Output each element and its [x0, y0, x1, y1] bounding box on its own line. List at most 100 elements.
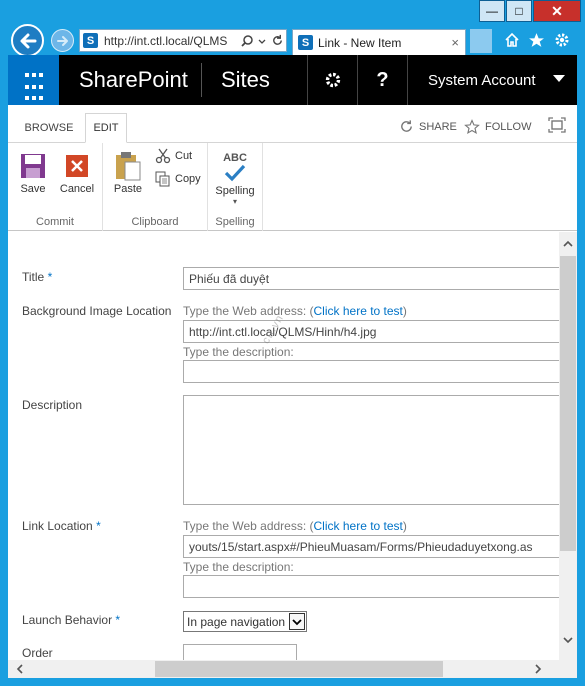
scroll-right-button[interactable] [530, 660, 546, 678]
spelling-button[interactable]: ABC Spelling ▾ [215, 151, 255, 207]
launch-behavior-label: Launch Behavior * [22, 613, 120, 627]
select-chevron-icon[interactable] [289, 613, 306, 630]
ribbon-group-label-commit: Commit [36, 216, 74, 228]
account-menu[interactable]: System Account [407, 55, 577, 105]
minimize-button[interactable]: — [479, 0, 505, 22]
cut-label: Cut [175, 150, 193, 162]
tools-button[interactable] [552, 30, 572, 50]
save-label: Save [20, 183, 46, 195]
help-button[interactable]: ? [357, 55, 407, 105]
save-button[interactable]: Save [13, 151, 53, 195]
required-marker: * [96, 519, 101, 533]
back-button[interactable] [11, 24, 44, 57]
chevron-right-icon [535, 664, 542, 674]
title-input[interactable]: Phiếu đã duyệt [183, 267, 559, 290]
sharepoint-favicon-icon: S [83, 33, 98, 48]
help-glyph: ? [376, 68, 389, 91]
settings-button[interactable] [307, 55, 357, 105]
ribbon-group-spelling: ABC Spelling ▾ Spelling [208, 143, 263, 231]
browser-tab[interactable]: S Link - New Item × [292, 29, 466, 55]
chevron-left-icon [16, 664, 23, 674]
paste-button[interactable]: Paste [108, 151, 148, 195]
link-url-value: youts/15/start.aspx#/PhieuMuasam/Forms/P… [189, 539, 533, 554]
scroll-down-button[interactable] [559, 632, 577, 648]
ribbon-group-label-clipboard: Clipboard [131, 216, 179, 228]
description-textarea[interactable] [183, 395, 559, 505]
link-desc-input[interactable] [183, 575, 559, 598]
vertical-scrollbar[interactable] [559, 232, 577, 660]
link-test-link[interactable]: Click here to test [314, 519, 403, 533]
title-value: Phiếu đã duyệt [189, 271, 270, 286]
link-desc-hint: Type the description: [183, 560, 294, 574]
focus-icon [548, 117, 566, 133]
title-label: Title * [22, 270, 52, 284]
spelling-abc: ABC [223, 151, 247, 164]
settings-gear-icon [555, 33, 569, 47]
horizontal-scrollbar[interactable] [8, 660, 559, 678]
favorites-button[interactable] [526, 30, 546, 50]
ribbon-tab-row: BROWSE EDIT SHARE FOLLOW [8, 105, 577, 143]
link-location-label-text: Link Location [22, 519, 93, 533]
app-launcher-button[interactable] [8, 55, 59, 105]
title-label-text: Title [22, 270, 45, 284]
refresh-icon[interactable] [271, 34, 284, 47]
share-icon [401, 120, 412, 132]
ribbon-body: Save Cancel Commit Paste Cut Copy Clipbo… [8, 143, 577, 231]
new-tab-button[interactable] [470, 29, 492, 53]
hint-prefix: Type the Web address: ( [183, 304, 314, 318]
tab-browse[interactable]: BROWSE [18, 113, 80, 143]
copy-icon [155, 171, 170, 187]
link-url-hint: Type the Web address: (Click here to tes… [183, 519, 407, 533]
paste-icon [116, 152, 141, 181]
scrollbar-corner [559, 660, 577, 678]
focus-on-content-button[interactable] [548, 117, 571, 133]
address-bar[interactable]: S http://int.ctl.local/QLMS [79, 29, 287, 52]
cut-button[interactable]: Cut [155, 148, 192, 164]
form-content: Title * Phiếu đã duyệt Background Image … [8, 232, 559, 660]
chevron-up-icon [563, 240, 573, 247]
tab-close-button[interactable]: × [451, 35, 459, 50]
ribbon-group-label-spelling: Spelling [215, 216, 255, 228]
home-button[interactable] [502, 30, 522, 50]
spelling-dropdown-icon[interactable]: ▾ [215, 197, 255, 207]
bg-image-test-link[interactable]: Click here to test [314, 304, 403, 318]
follow-button[interactable]: FOLLOW [464, 119, 531, 135]
chevron-down-icon[interactable] [257, 36, 267, 46]
sharepoint-brand[interactable]: SharePoint [79, 67, 188, 93]
sharepoint-favicon-icon: S [298, 35, 313, 50]
scroll-up-button[interactable] [559, 236, 577, 252]
back-arrow-icon [20, 33, 36, 48]
vertical-scroll-thumb[interactable] [560, 256, 576, 551]
browser-window: — □ ✕ S http://int.ctl.local/QLMS S Link… [0, 0, 585, 686]
copy-button[interactable]: Copy [155, 171, 201, 187]
launch-behavior-select[interactable]: In page navigation [183, 611, 308, 632]
cancel-label: Cancel [59, 183, 95, 195]
launch-behavior-value: In page navigation [187, 614, 286, 629]
tab-edit[interactable]: EDIT [85, 113, 127, 143]
scroll-left-button[interactable] [12, 660, 28, 678]
bg-image-url-input[interactable]: http://int.ctl.local/QLMS/Hinh/h4.jpg [183, 320, 559, 343]
order-input[interactable] [183, 644, 297, 660]
close-window-button[interactable]: ✕ [533, 0, 581, 22]
account-name: System Account [428, 71, 536, 89]
bg-image-desc-input[interactable] [183, 360, 559, 383]
search-icon[interactable] [240, 34, 254, 48]
bg-image-desc-hint: Type the description: [183, 345, 294, 359]
sites-link[interactable]: Sites [221, 67, 270, 93]
bg-image-url-value: http://int.ctl.local/QLMS/Hinh/h4.jpg [189, 324, 377, 339]
share-label: SHARE [419, 120, 457, 133]
forward-button[interactable] [51, 29, 74, 52]
window-frame-left [0, 55, 8, 686]
cancel-icon [66, 155, 88, 177]
bg-image-url-hint: Type the Web address: (Click here to tes… [183, 304, 407, 318]
hint-suffix: ) [402, 304, 407, 318]
window-frame-right [577, 55, 585, 686]
maximize-button[interactable]: □ [506, 0, 532, 22]
horizontal-scroll-thumb[interactable] [155, 661, 443, 677]
save-icon [21, 154, 45, 178]
share-button[interactable]: SHARE [399, 119, 457, 134]
link-url-input[interactable]: youts/15/start.aspx#/PhieuMuasam/Forms/P… [183, 535, 559, 558]
forward-arrow-icon [56, 35, 68, 46]
cancel-button[interactable]: Cancel [57, 151, 97, 195]
close-glyph: ✕ [551, 2, 563, 19]
